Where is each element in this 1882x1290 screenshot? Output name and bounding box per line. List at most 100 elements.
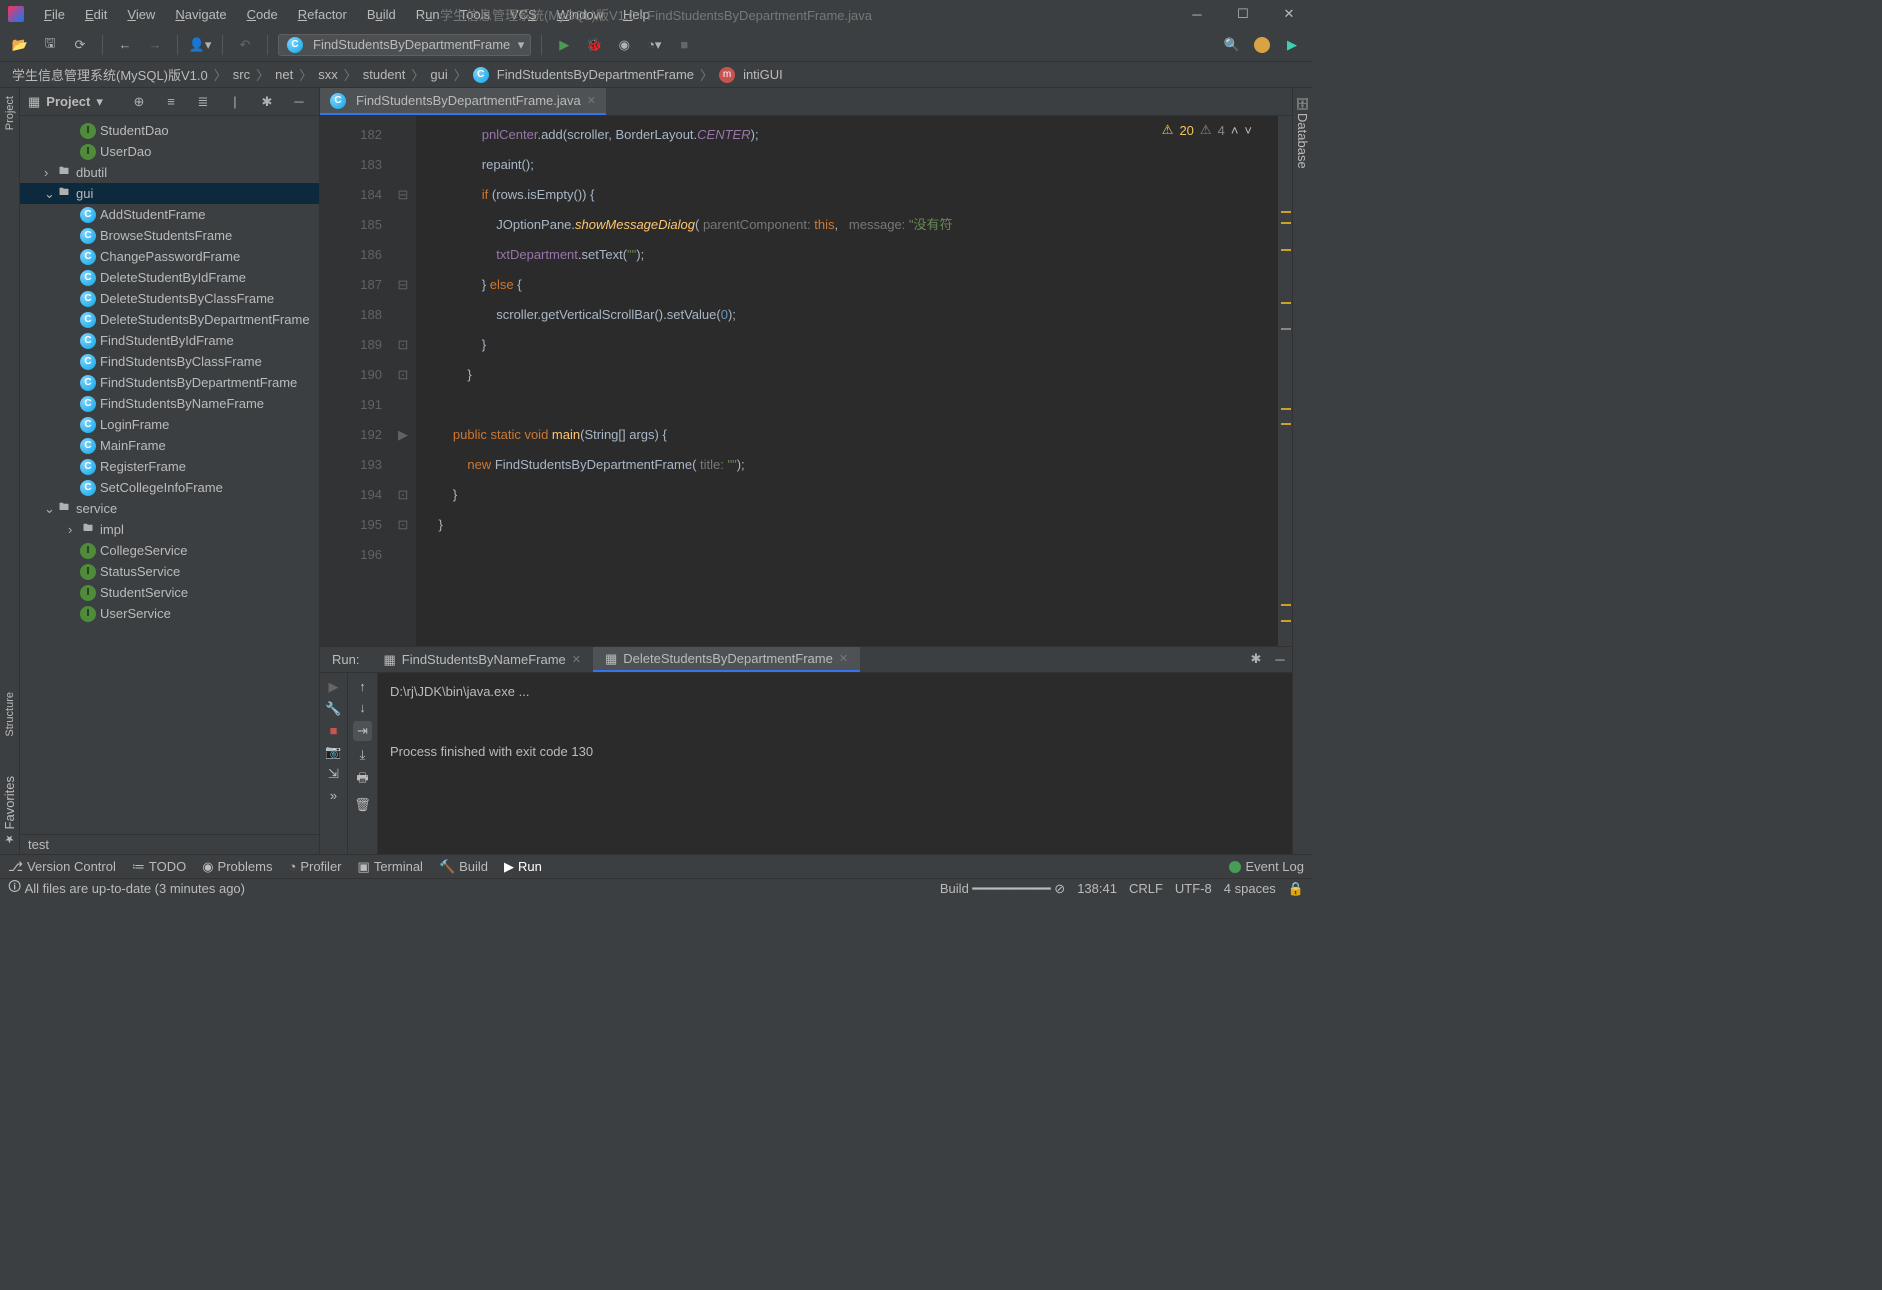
debug-icon[interactable]: 🐞 [582, 33, 606, 57]
avatar-icon[interactable]: 👤▾ [188, 33, 212, 57]
settings-icon[interactable]: ✱ [255, 90, 279, 114]
tree-item[interactable]: CAddStudentFrame [20, 204, 319, 225]
ide-update-icon[interactable] [1250, 33, 1274, 57]
breadcrumb-item[interactable]: student [359, 67, 410, 82]
tree-item[interactable]: CRegisterFrame [20, 456, 319, 477]
sidebar-project[interactable]: Project [4, 96, 16, 130]
open-icon[interactable]: 📂 [8, 33, 32, 57]
hide-icon[interactable]: ─ [287, 90, 311, 114]
run-config-selector[interactable]: C FindStudentsByDepartmentFrame [278, 34, 531, 56]
down-icon[interactable]: ↓ [359, 700, 366, 715]
tree-item[interactable]: CSetCollegeInfoFrame [20, 477, 319, 498]
tree-item[interactable]: ICollegeService [20, 540, 319, 561]
tree-item[interactable]: CFindStudentsByNameFrame [20, 393, 319, 414]
rerun-icon[interactable]: ▶ [329, 679, 339, 695]
bottom-tab-profiler[interactable]: ◔ Profiler [288, 859, 341, 874]
code-editor[interactable]: pnlCenter.add(scroller, BorderLayout.CEN… [416, 116, 1278, 646]
tool-icon[interactable]: 🔧 [325, 701, 341, 717]
tree-item[interactable]: IStudentDao [20, 120, 319, 141]
stop-icon[interactable]: ■ [672, 33, 696, 57]
tree-item[interactable]: CFindStudentByIdFrame [20, 330, 319, 351]
tree-item[interactable]: CFindStudentsByClassFrame [20, 351, 319, 372]
tree-item[interactable]: CDeleteStudentsByDepartmentFrame [20, 309, 319, 330]
bottom-tab-todo[interactable]: ≔ TODO [132, 859, 186, 875]
tree-item[interactable]: IStudentService [20, 582, 319, 603]
lock-icon[interactable]: 🔒 [1288, 881, 1304, 897]
menu-file[interactable]: File [36, 3, 73, 26]
run-settings-icon[interactable]: ✱ [1244, 647, 1268, 671]
close-button[interactable]: ✕ [1266, 0, 1312, 28]
breadcrumb-item[interactable]: src [229, 67, 254, 82]
more-icon[interactable]: » [330, 788, 337, 803]
status-position[interactable]: 138:41 [1077, 881, 1117, 896]
run-tab[interactable]: ▦FindStudentsByNameFrame✕ [371, 647, 593, 672]
error-stripe[interactable] [1278, 116, 1292, 646]
code-with-me-icon[interactable]: ▶ [1280, 33, 1304, 57]
menu-refactor[interactable]: Refactor [290, 3, 355, 26]
tree-item[interactable]: ›🖿impl [20, 519, 319, 540]
bottom-tab-terminal[interactable]: ▣ Terminal [358, 859, 423, 875]
sidebar-database[interactable]: 🗄 Database [1295, 96, 1310, 169]
breadcrumb-item[interactable]: 学生信息管理系统(MySQL)版V1.0 [8, 65, 212, 84]
run-tab[interactable]: ▦DeleteStudentsByDepartmentFrame✕ [593, 647, 860, 672]
tree-item-gui[interactable]: ⌄🖿gui [20, 183, 319, 204]
weak-warning-icon[interactable]: ⚠ [1200, 122, 1212, 138]
sync-icon[interactable]: ⟳ [68, 33, 92, 57]
expand-all-icon[interactable]: ≡ [159, 90, 183, 114]
menu-navigate[interactable]: Navigate [167, 3, 234, 26]
scroll-end-icon[interactable]: ⤓ [360, 747, 366, 763]
status-eol[interactable]: CRLF [1129, 881, 1163, 896]
breadcrumb-item[interactable]: net [271, 67, 297, 82]
menu-code[interactable]: Code [239, 3, 286, 26]
tree-item[interactable]: CMainFrame [20, 435, 319, 456]
minimize-button[interactable]: ─ [1174, 0, 1220, 28]
next-highlight-icon[interactable]: ˅ [1244, 123, 1252, 138]
bottom-tab-event-log[interactable]: Event Log [1229, 859, 1304, 874]
breadcrumb-item[interactable]: sxx [314, 67, 342, 82]
maximize-button[interactable]: ☐ [1220, 0, 1266, 28]
select-open-file-icon[interactable]: ⊕ [127, 90, 151, 114]
save-icon[interactable]: 🖫 [38, 33, 62, 57]
back-icon[interactable]: ← [113, 33, 137, 57]
close-icon[interactable]: ✕ [839, 652, 848, 665]
menu-build[interactable]: Build [359, 3, 404, 26]
status-encoding[interactable]: UTF-8 [1175, 881, 1212, 896]
hide-run-icon[interactable]: ─ [1268, 647, 1292, 671]
tree-item[interactable]: CFindStudentsByDepartmentFrame [20, 372, 319, 393]
camera-icon[interactable]: 📷 [325, 744, 341, 760]
bottom-tab-problems[interactable]: ◉ Problems [202, 859, 272, 875]
close-icon[interactable]: ✕ [572, 653, 581, 666]
breadcrumb-item[interactable]: mintiGUI [715, 67, 787, 83]
tree-item[interactable]: CDeleteStudentsByClassFrame [20, 288, 319, 309]
run-console[interactable]: D:\rj\JDK\bin\java.exe ... Process finis… [378, 673, 1292, 854]
warning-icon[interactable]: ⚠ [1162, 122, 1174, 138]
menu-view[interactable]: View [119, 3, 163, 26]
up-icon[interactable]: ↑ [359, 679, 366, 694]
tree-item[interactable]: IStatusService [20, 561, 319, 582]
breadcrumb-item[interactable]: CFindStudentsByDepartmentFrame [469, 67, 698, 83]
tree-item[interactable]: CBrowseStudentsFrame [20, 225, 319, 246]
forward-icon[interactable]: → [143, 33, 167, 57]
bottom-tab-build[interactable]: 🔨 Build [439, 859, 488, 875]
undo-vcs-icon[interactable]: ↶ [233, 33, 257, 57]
profile-icon[interactable]: ◔▾ [642, 33, 666, 57]
breadcrumb-item[interactable]: gui [426, 67, 451, 82]
tree-item[interactable]: IUserDao [20, 141, 319, 162]
soft-wrap-icon[interactable]: ⇥ [353, 721, 372, 741]
dropdown-icon[interactable]: ▾ [96, 94, 103, 110]
sidebar-favorites[interactable]: ★ Favorites [2, 776, 17, 846]
tree-item[interactable]: CDeleteStudentByIdFrame [20, 267, 319, 288]
bottom-tab-run[interactable]: ▶ Run [504, 859, 542, 875]
gutter-icons[interactable]: ⊟⊟⊡⊡▶⊡⊡ [390, 116, 416, 646]
stop-icon[interactable]: ■ [330, 723, 338, 738]
clear-icon[interactable]: 🗑 [354, 797, 371, 813]
close-icon[interactable]: ✕ [587, 94, 596, 107]
tree-item[interactable]: CLoginFrame [20, 414, 319, 435]
editor-tab[interactable]: C FindStudentsByDepartmentFrame.java ✕ [320, 88, 606, 115]
run-icon[interactable]: ▶ [552, 33, 576, 57]
bottom-tab-vc[interactable]: ⎇ Version Control [8, 859, 116, 875]
tree-item[interactable]: CChangePasswordFrame [20, 246, 319, 267]
tree-item[interactable]: ›🖿dbutil [20, 162, 319, 183]
tree-item[interactable]: ⌄🖿service [20, 498, 319, 519]
tree-item[interactable]: IUserService [20, 603, 319, 624]
